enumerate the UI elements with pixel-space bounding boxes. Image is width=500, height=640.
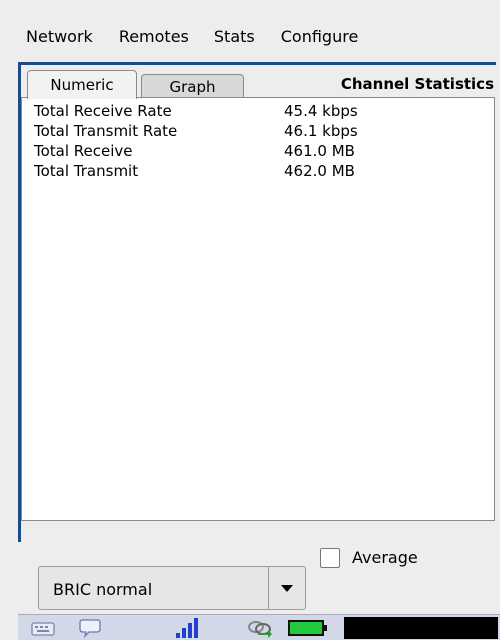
- stat-label: Total Receive Rate: [34, 102, 172, 120]
- average-label[interactable]: Average: [352, 548, 418, 567]
- menu-configure[interactable]: Configure: [281, 27, 359, 46]
- stat-value: 461.0 MB: [284, 142, 355, 160]
- mode-select-value: BRIC normal: [53, 580, 153, 599]
- menu-bar: Network Remotes Stats Configure: [0, 0, 500, 58]
- battery-icon: [288, 620, 327, 636]
- tab-graph[interactable]: Graph: [141, 74, 244, 98]
- dropdown-button[interactable]: [268, 567, 305, 609]
- stat-label: Total Receive: [34, 142, 133, 160]
- stat-row: Total Transmit Rate 46.1 kbps: [34, 122, 358, 142]
- average-checkbox[interactable]: [320, 548, 340, 568]
- network-link-icon[interactable]: [246, 617, 274, 639]
- stat-row: Total Receive Rate 45.4 kbps: [34, 102, 358, 122]
- stat-row: Total Transmit 462.0 MB: [34, 162, 355, 182]
- stat-value: 46.1 kbps: [284, 122, 358, 140]
- menu-remotes[interactable]: Remotes: [119, 27, 189, 46]
- mode-select[interactable]: BRIC normal: [38, 566, 306, 610]
- stats-list: Total Receive Rate 45.4 kbps Total Trans…: [21, 97, 495, 521]
- menu-stats[interactable]: Stats: [214, 27, 255, 46]
- statistics-panel: Numeric Graph Channel Statistics Total R…: [18, 62, 496, 542]
- taskbar: [18, 614, 500, 640]
- stat-label: Total Transmit Rate: [34, 122, 178, 140]
- tab-numeric[interactable]: Numeric: [27, 70, 137, 99]
- chat-bubble-icon[interactable]: [78, 617, 102, 639]
- stat-label: Total Transmit: [34, 162, 139, 180]
- stat-value: 462.0 MB: [284, 162, 355, 180]
- menu-network[interactable]: Network: [26, 27, 93, 46]
- stat-row: Total Receive 461.0 MB: [34, 142, 355, 162]
- panel-title: Channel Statistics: [340, 75, 494, 93]
- signal-bars-icon[interactable]: [170, 617, 198, 639]
- chevron-down-icon: [281, 584, 293, 592]
- status-display: [344, 617, 498, 639]
- keyboard-icon[interactable]: [30, 617, 56, 639]
- stat-value: 45.4 kbps: [284, 102, 358, 120]
